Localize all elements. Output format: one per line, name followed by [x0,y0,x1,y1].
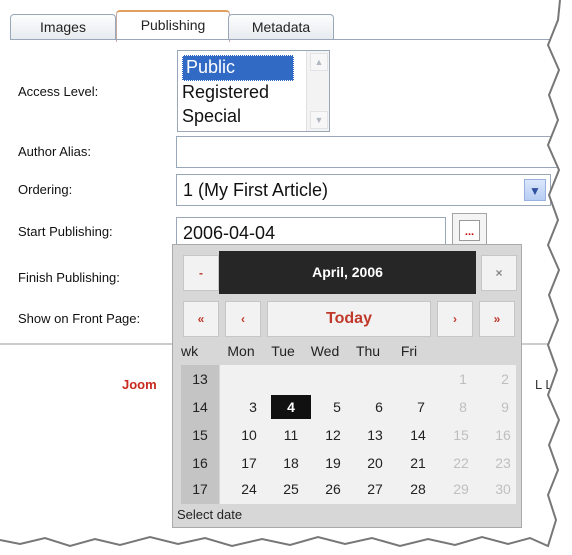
calendar-day[interactable]: 24 [229,481,269,497]
calendar-icon: ... [459,220,480,241]
calendar-day[interactable]: 2 [485,371,525,387]
next-month-button[interactable]: › [437,301,473,337]
calendar-day[interactable]: 1 [443,371,483,387]
start-publishing-label: Start Publishing: [18,224,113,239]
week-number: 13 [192,371,208,387]
week-number: 17 [192,481,208,497]
calendar-close-button[interactable]: × [481,255,517,291]
calendar-day[interactable]: 14 [398,427,438,443]
calendar-month-title: April, 2006 [219,251,476,294]
day-header: Thu [355,343,381,359]
calendar-day[interactable]: 11 [271,427,311,443]
calendar-day[interactable]: 25 [271,481,311,497]
calendar-day[interactable]: 10 [229,427,269,443]
footer-link-partial[interactable]: Joom [122,377,157,392]
calendar-day[interactable]: 6 [359,399,399,415]
calendar-day[interactable]: 12 [313,427,353,443]
calendar-day[interactable]: 22 [441,455,481,471]
tab-divider [10,39,558,40]
day-header: Mon [227,343,255,359]
calendar-popup: - April, 2006 × « ‹ Today › » wk Mon Tue… [172,244,522,528]
week-column-header: wk [181,343,199,359]
calendar-day[interactable]: 23 [483,455,523,471]
week-number: 16 [192,455,208,471]
calendar-day[interactable]: 30 [483,481,523,497]
calendar-day[interactable]: 28 [398,481,438,497]
calendar-help-button[interactable]: - [183,255,219,291]
calendar-day[interactable]: 27 [355,481,395,497]
calendar-day[interactable]: 17 [229,455,269,471]
calendar-day-selected[interactable]: 4 [271,395,311,419]
access-option-special[interactable]: Special [178,105,292,129]
calendar-day[interactable]: 21 [398,455,438,471]
scroll-down-icon[interactable]: ▼ [310,111,328,129]
week-number: 15 [192,427,208,443]
chevron-down-icon[interactable]: ▼ [524,179,546,201]
calendar-button[interactable]: ... [452,213,487,248]
calendar-day[interactable]: 9 [485,399,525,415]
day-header: Wed [310,343,340,359]
today-button[interactable]: Today [267,301,431,337]
calendar-status-text: Select date [177,507,243,522]
tab-publishing[interactable]: Publishing [116,10,230,42]
ordering-value: 1 (My First Article) [183,180,329,200]
calendar-day[interactable]: 16 [483,427,523,443]
day-header: Tue [271,343,295,359]
ordering-label: Ordering: [18,182,73,197]
calendar-day[interactable]: 13 [355,427,395,443]
finish-publishing-label: Finish Publishing: [18,270,120,285]
calendar-day[interactable]: 5 [317,399,357,415]
author-alias-label: Author Alias: [18,144,91,159]
ordering-select[interactable]: 1 (My First Article) ▼ [176,174,551,206]
calendar-day[interactable]: 3 [233,399,273,415]
front-page-label: Show on Front Page: [18,311,141,326]
scroll-up-icon[interactable]: ▲ [310,53,328,71]
author-alias-input[interactable] [176,136,560,168]
calendar-day[interactable]: 20 [355,455,395,471]
license-text-partial: L Lic [535,377,562,392]
tab-metadata[interactable]: Metadata [228,14,334,40]
calendar-day[interactable]: 18 [271,455,311,471]
prev-month-button[interactable]: ‹ [225,301,261,337]
week-number: 14 [192,399,208,415]
listbox-scrollbar[interactable]: ▲ ▼ [306,51,329,131]
day-header: Fri [400,343,418,359]
access-option-registered[interactable]: Registered [178,81,292,105]
calendar-day[interactable]: 19 [313,455,353,471]
calendar-day[interactable]: 26 [313,481,353,497]
access-level-listbox[interactable]: Public Registered Special ▲ ▼ [177,50,330,132]
tab-images[interactable]: Images [10,14,116,40]
calendar-day[interactable]: 8 [443,399,483,415]
publishing-panel: Images Publishing Metadata Access Level:… [0,0,572,555]
tab-bar: Images Publishing Metadata [10,10,550,42]
prev-year-button[interactable]: « [183,301,219,337]
access-level-label: Access Level: [18,84,99,99]
calendar-day[interactable]: 15 [441,427,481,443]
calendar-day[interactable]: 7 [401,399,441,415]
access-option-public[interactable]: Public [182,55,294,81]
next-year-button[interactable]: » [479,301,515,337]
calendar-day[interactable]: 29 [441,481,481,497]
